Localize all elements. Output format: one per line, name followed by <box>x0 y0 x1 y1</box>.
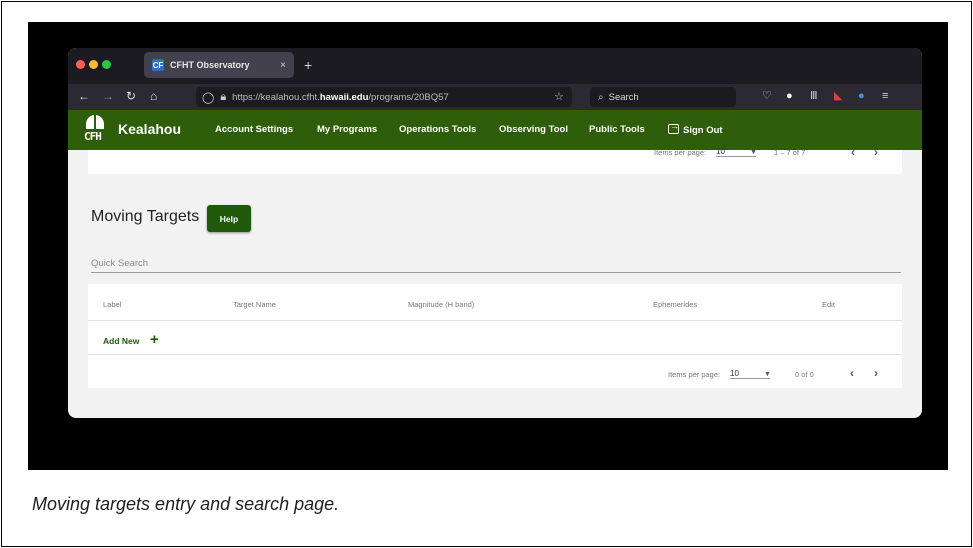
url-text[interactable]: https://kealahou.cfht.hawaii.edu/program… <box>232 92 449 103</box>
browser-tab[interactable]: CF CFHT Observatory × <box>144 52 294 78</box>
previous-table-footer: Items per page: 10 ▼ 1 – 7 of 7 ‹ › <box>88 145 902 174</box>
page-range-label: 1 – 7 of 7 <box>774 148 806 157</box>
browser-toolbar: ← → ↻ ⌂ ◯ 🔒︎ https://kealahou.cfht.hawai… <box>68 84 922 110</box>
reload-icon[interactable]: ↻ <box>126 89 136 103</box>
lock-icon[interactable]: 🔒︎ <box>220 91 226 104</box>
items-per-page-label: Items per page: <box>668 370 721 379</box>
column-header-label[interactable]: Label <box>103 300 121 309</box>
next-page-icon[interactable]: › <box>874 366 878 380</box>
page-title: Moving Targets <box>91 208 200 225</box>
screenshot-background: CF CFHT Observatory × + ← → ↻ ⌂ ◯ 🔒︎ htt… <box>28 22 948 470</box>
close-window-button[interactable] <box>76 60 85 69</box>
browser-search-placeholder: Search <box>608 91 639 103</box>
extension-icon[interactable]: ◣ <box>834 89 842 103</box>
sign-out-icon <box>668 121 679 134</box>
home-icon[interactable]: ⌂ <box>150 89 157 103</box>
chevron-down-icon[interactable]: ▼ <box>750 149 757 156</box>
favicon-icon: CF <box>152 59 164 71</box>
help-button[interactable]: Help <box>207 205 251 232</box>
previous-page-icon[interactable]: ‹ <box>850 366 854 380</box>
back-icon[interactable]: ← <box>78 89 90 103</box>
new-tab-button[interactable]: + <box>304 57 312 73</box>
header-divider <box>88 320 902 321</box>
shield-icon[interactable]: ◯ <box>202 91 214 104</box>
pocket-icon[interactable]: ♡ <box>762 89 772 103</box>
account-icon[interactable]: ● <box>858 89 865 103</box>
menu-icon[interactable]: ≡ <box>882 89 888 103</box>
minimize-window-button[interactable] <box>89 60 98 69</box>
nav-account-settings[interactable]: Account Settings <box>215 124 293 135</box>
forward-icon[interactable]: → <box>102 89 114 103</box>
figure-caption: Moving targets entry and search page. <box>32 494 340 514</box>
column-header-magnitude[interactable]: Magnitude (H band) <box>408 300 474 309</box>
nav-observing-tool[interactable]: Observing Tool <box>499 124 568 135</box>
bookmark-star-icon[interactable]: ☆ <box>554 90 564 103</box>
maximize-window-button[interactable] <box>102 60 111 69</box>
ublock-icon[interactable]: ● <box>786 89 793 103</box>
column-header-edit[interactable]: Edit <box>822 300 835 309</box>
browser-search-field[interactable]: ⌕ Search <box>590 87 736 107</box>
quick-search-field[interactable] <box>91 253 901 274</box>
quick-search-input[interactable] <box>91 253 901 274</box>
row-divider <box>88 354 902 355</box>
previous-page-icon[interactable]: ‹ <box>851 145 855 159</box>
logo-text: CFH <box>84 130 102 143</box>
search-icon: ⌕ <box>598 91 604 103</box>
dome-slit <box>94 115 96 129</box>
library-icon[interactable]: Ⅲ <box>810 89 818 103</box>
nav-sign-out[interactable]: Sign Out <box>668 121 723 136</box>
chevron-down-icon[interactable]: ▼ <box>764 371 771 378</box>
column-header-ephemerides[interactable]: Ephemerides <box>653 300 697 309</box>
figure-frame: CF CFHT Observatory × + ← → ↻ ⌂ ◯ 🔒︎ htt… <box>1 1 972 547</box>
nav-my-programs[interactable]: My Programs <box>317 124 377 135</box>
site-navigation: CFH Kealahou Account Settings My Program… <box>68 110 922 150</box>
next-page-icon[interactable]: › <box>874 145 878 159</box>
cfh-logo[interactable]: CFH <box>84 115 106 145</box>
tab-close-icon[interactable]: × <box>280 60 286 71</box>
moving-targets-table: Label Target Name Magnitude (H band) Eph… <box>88 284 902 388</box>
tab-bar: CF CFHT Observatory × + <box>68 48 922 84</box>
items-per-page-label: Items per page: <box>654 148 707 157</box>
tab-title: CFHT Observatory <box>170 60 250 70</box>
nav-public-tools[interactable]: Public Tools <box>589 124 645 135</box>
column-header-target-name[interactable]: Target Name <box>233 300 276 309</box>
browser-window: CF CFHT Observatory × + ← → ↻ ⌂ ◯ 🔒︎ htt… <box>68 48 922 418</box>
brand-name[interactable]: Kealahou <box>118 121 181 137</box>
address-bar[interactable]: ◯ 🔒︎ https://kealahou.cfht.hawaii.edu/pr… <box>196 87 572 107</box>
nav-operations-tools[interactable]: Operations Tools <box>399 124 476 135</box>
page-range-label: 0 of 0 <box>795 370 814 379</box>
plus-icon[interactable]: + <box>150 331 159 348</box>
add-new-button[interactable]: Add New <box>103 336 139 346</box>
